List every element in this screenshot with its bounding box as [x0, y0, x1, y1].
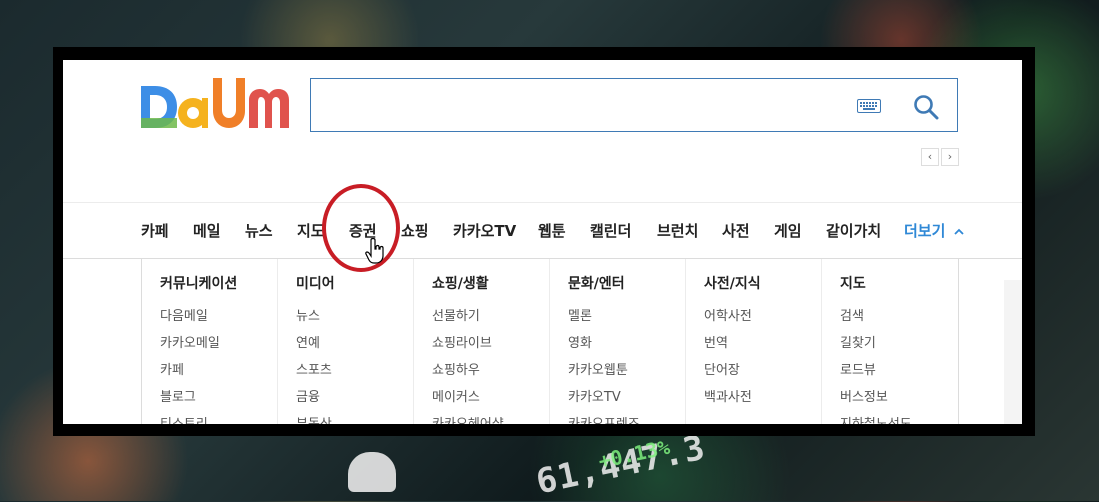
menu-column-culture: 문화/엔터 멜론 영화 카카오웹툰 카카오TV 카카오프렌즈	[550, 259, 686, 424]
prev-arrow-icon[interactable]: ‹	[921, 148, 939, 166]
menu-link[interactable]: 검색	[840, 305, 864, 324]
menu-link[interactable]: 카카오TV	[568, 386, 621, 405]
menu-link[interactable]: 백과사전	[704, 386, 752, 405]
menu-link[interactable]: 쇼핑하우	[432, 359, 480, 378]
search-icon[interactable]	[913, 94, 939, 120]
search-box[interactable]	[310, 78, 958, 132]
menu-link[interactable]: 뉴스	[296, 305, 320, 324]
chevron-up-icon	[954, 228, 964, 235]
menu-link[interactable]: 카카오메일	[160, 332, 220, 351]
keyboard-icon[interactable]	[857, 99, 881, 113]
menu-link[interactable]: 카카오프렌즈	[568, 413, 640, 424]
menu-link[interactable]: 길찾기	[840, 332, 876, 351]
menu-column-media: 미디어 뉴스 연예 스포츠 금융 부동산	[278, 259, 414, 424]
nav-item-map[interactable]: 지도	[297, 220, 325, 241]
menu-link[interactable]: 다음메일	[160, 305, 208, 324]
next-arrow-icon[interactable]: ›	[941, 148, 959, 166]
menu-link[interactable]: 블로그	[160, 386, 196, 405]
nav-item-game[interactable]: 게임	[774, 220, 802, 241]
menu-column-title: 쇼핑/생활	[432, 276, 489, 292]
menu-link[interactable]: 연예	[296, 332, 320, 351]
menu-column-title: 사전/지식	[704, 276, 761, 292]
menu-column-knowledge: 사전/지식 어학사전 번역 단어장 백과사전	[686, 259, 822, 424]
menu-link[interactable]: 카페	[160, 359, 184, 378]
nav-item-together[interactable]: 같이가치	[826, 220, 881, 241]
menu-link[interactable]: 단어장	[704, 359, 740, 378]
menu-link[interactable]: 로드뷰	[840, 359, 876, 378]
nav-item-dictionary[interactable]: 사전	[722, 220, 750, 241]
menu-column-title: 커뮤니케이션	[160, 276, 238, 292]
menu-column-title: 문화/엔터	[568, 276, 625, 292]
menu-column-communication: 커뮤니케이션 다음메일 카카오메일 카페 블로그 티스토리	[142, 259, 278, 424]
menu-link[interactable]: 번역	[704, 332, 728, 351]
menu-column-title: 미디어	[296, 276, 335, 292]
menu-link[interactable]: 영화	[568, 332, 592, 351]
menu-column-map: 지도 검색 길찾기 로드뷰 버스정보 지하철노선도	[822, 259, 958, 424]
menu-link[interactable]: 금융	[296, 386, 320, 405]
nav-item-mail[interactable]: 메일	[193, 220, 221, 241]
nav-item-calendar[interactable]: 캘린더	[590, 220, 631, 241]
menu-link[interactable]: 스포츠	[296, 359, 332, 378]
menu-link[interactable]: 메이커스	[432, 386, 480, 405]
menu-link[interactable]: 버스정보	[840, 386, 888, 405]
nav-item-shopping[interactable]: 쇼핑	[401, 220, 429, 241]
service-nav: 카페 메일 뉴스 지도 증권 쇼핑 카카오TV 웹툰 캘린더 브런치 사전 게임…	[63, 202, 1022, 259]
menu-link[interactable]: 티스토리	[160, 413, 208, 424]
nav-item-news[interactable]: 뉴스	[245, 220, 273, 241]
menu-link[interactable]: 쇼핑라이브	[432, 332, 492, 351]
nav-item-webtoon[interactable]: 웹툰	[538, 220, 566, 241]
menu-column-shopping: 쇼핑/생활 선물하기 쇼핑라이브 쇼핑하우 메이커스 카카오헤어샵	[414, 259, 550, 424]
menu-column-title: 지도	[840, 276, 866, 292]
menu-link[interactable]: 지하철노선도	[840, 413, 912, 424]
nav-more-button[interactable]: 더보기	[904, 220, 964, 241]
menu-link[interactable]: 부동산	[296, 413, 332, 424]
menu-link[interactable]: 어학사전	[704, 305, 752, 324]
menu-link[interactable]: 카카오웹툰	[568, 359, 628, 378]
pager: ‹ ›	[921, 148, 959, 166]
menu-link[interactable]: 멜론	[568, 305, 592, 324]
menu-link[interactable]: 카카오헤어샵	[432, 413, 504, 424]
daum-logo[interactable]	[141, 78, 291, 130]
side-panel-edge	[1004, 280, 1022, 424]
menu-link[interactable]: 선물하기	[432, 305, 480, 324]
nav-more-label: 더보기	[904, 222, 946, 240]
nav-item-cafe[interactable]: 카페	[141, 220, 169, 241]
nav-item-kakaotv[interactable]: 카카오TV	[453, 220, 516, 241]
daum-page: ‹ › 카페 메일 뉴스 지도 증권 쇼핑 카카오TV 웹툰 캘린더 브런치 사…	[63, 60, 1022, 424]
more-services-menu: 커뮤니케이션 다음메일 카카오메일 카페 블로그 티스토리 미디어 뉴스 연예 …	[141, 259, 959, 424]
search-input[interactable]	[321, 87, 845, 125]
nav-item-brunch[interactable]: 브런치	[657, 220, 698, 241]
background-glyph	[348, 452, 396, 492]
